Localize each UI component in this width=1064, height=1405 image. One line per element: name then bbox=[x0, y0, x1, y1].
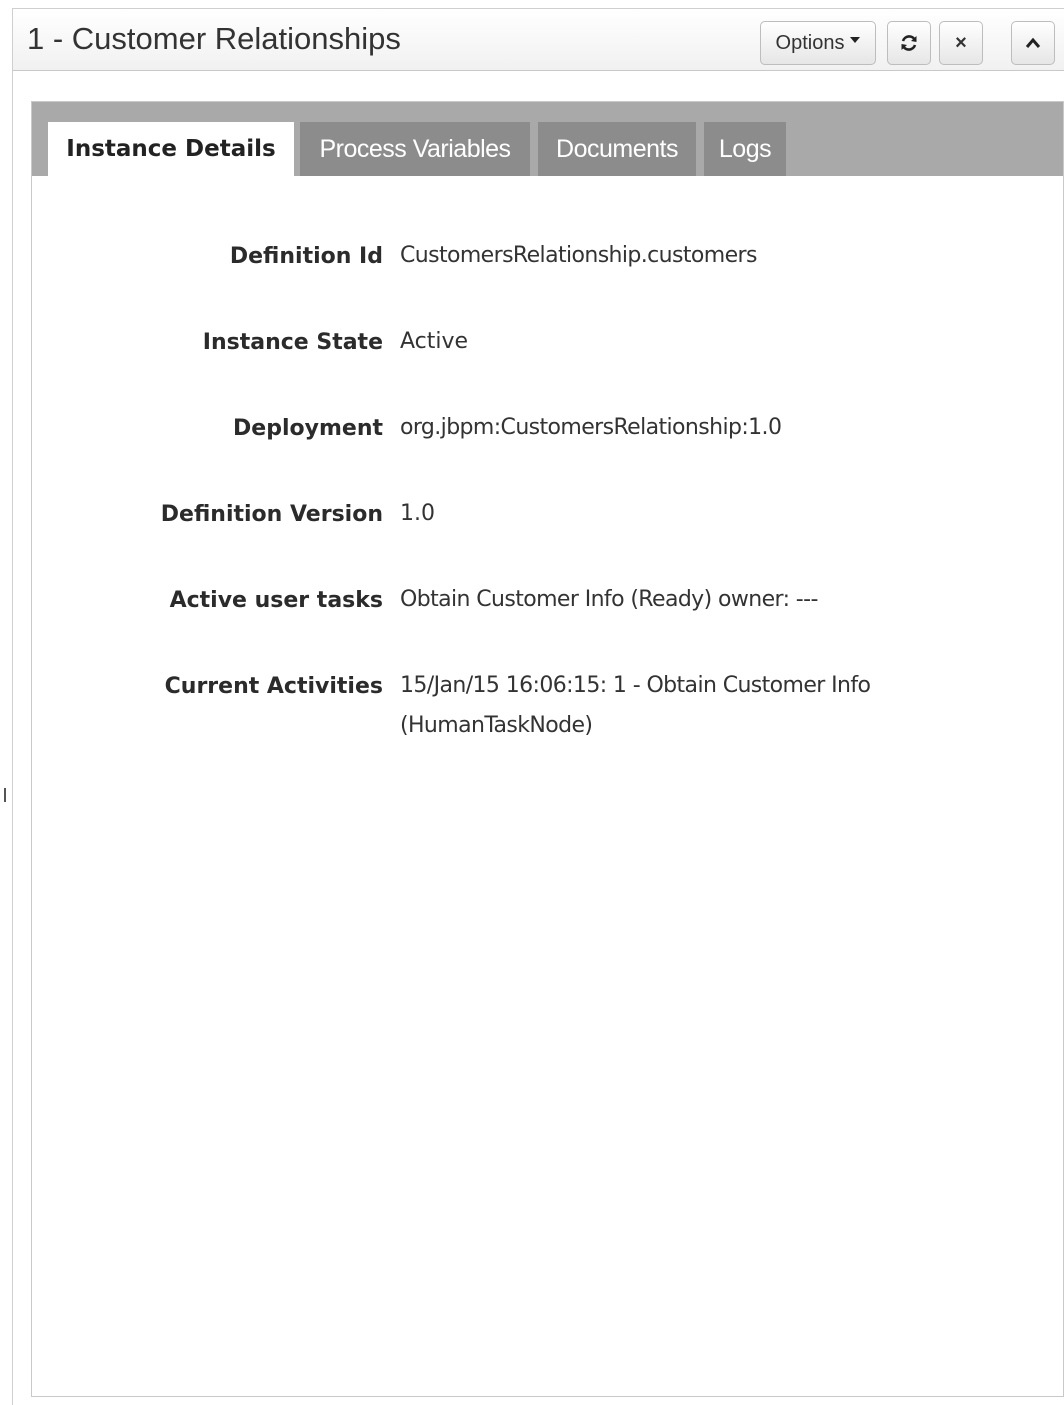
chevron-up-icon bbox=[1025, 37, 1041, 48]
panel-header: 1 - Customer Relationships Options × bbox=[13, 9, 1064, 71]
current-activities-label: Current Activities bbox=[164, 674, 383, 699]
tab-instance-details[interactable]: Instance Details bbox=[48, 122, 294, 176]
current-activities-line-1: 15/Jan/15 16:06:15: 1 - Obtain Customer … bbox=[400, 673, 871, 698]
instance-details-content: Definition Id CustomersRelationship.cust… bbox=[32, 176, 1063, 1396]
splitter-handle[interactable] bbox=[4, 788, 6, 802]
close-button[interactable]: × bbox=[939, 21, 983, 65]
options-dropdown-button[interactable]: Options bbox=[760, 21, 876, 65]
refresh-button[interactable] bbox=[887, 21, 931, 65]
collapse-button[interactable] bbox=[1011, 21, 1055, 65]
caret-down-icon bbox=[850, 37, 861, 43]
window: 1 - Customer Relationships Options × Ins… bbox=[0, 0, 1064, 1405]
definition-id-value: CustomersRelationship.customers bbox=[400, 243, 757, 268]
current-activities-line-2: (HumanTaskNode) bbox=[400, 713, 593, 738]
process-instance-panel: 1 - Customer Relationships Options × Ins… bbox=[12, 8, 1064, 1405]
active-user-tasks-value: Obtain Customer Info (Ready) owner: --- bbox=[400, 587, 818, 612]
deployment-label: Deployment bbox=[233, 416, 383, 441]
options-label: Options bbox=[775, 31, 845, 54]
active-user-tasks-label: Active user tasks bbox=[169, 588, 383, 613]
deployment-value: org.jbpm:CustomersRelationship:1.0 bbox=[400, 415, 782, 440]
current-activities-value: 15/Jan/15 16:06:15: 1 - Obtain Customer … bbox=[400, 666, 1000, 746]
refresh-icon bbox=[901, 35, 917, 51]
definition-version-value: 1.0 bbox=[400, 501, 435, 526]
definition-id-label: Definition Id bbox=[229, 244, 383, 269]
close-icon: × bbox=[955, 31, 967, 54]
tab-bar: Instance Details Process Variables Docum… bbox=[32, 102, 1063, 176]
tab-documents[interactable]: Documents bbox=[538, 122, 696, 176]
tab-process-variables[interactable]: Process Variables bbox=[300, 122, 530, 176]
definition-version-label: Definition Version bbox=[160, 502, 383, 527]
instance-state-label: Instance State bbox=[202, 330, 383, 355]
panel-body: Instance Details Process Variables Docum… bbox=[31, 101, 1064, 1397]
tab-logs[interactable]: Logs bbox=[704, 122, 786, 176]
panel-title: 1 - Customer Relationships bbox=[27, 21, 401, 56]
instance-state-value: Active bbox=[400, 329, 469, 354]
